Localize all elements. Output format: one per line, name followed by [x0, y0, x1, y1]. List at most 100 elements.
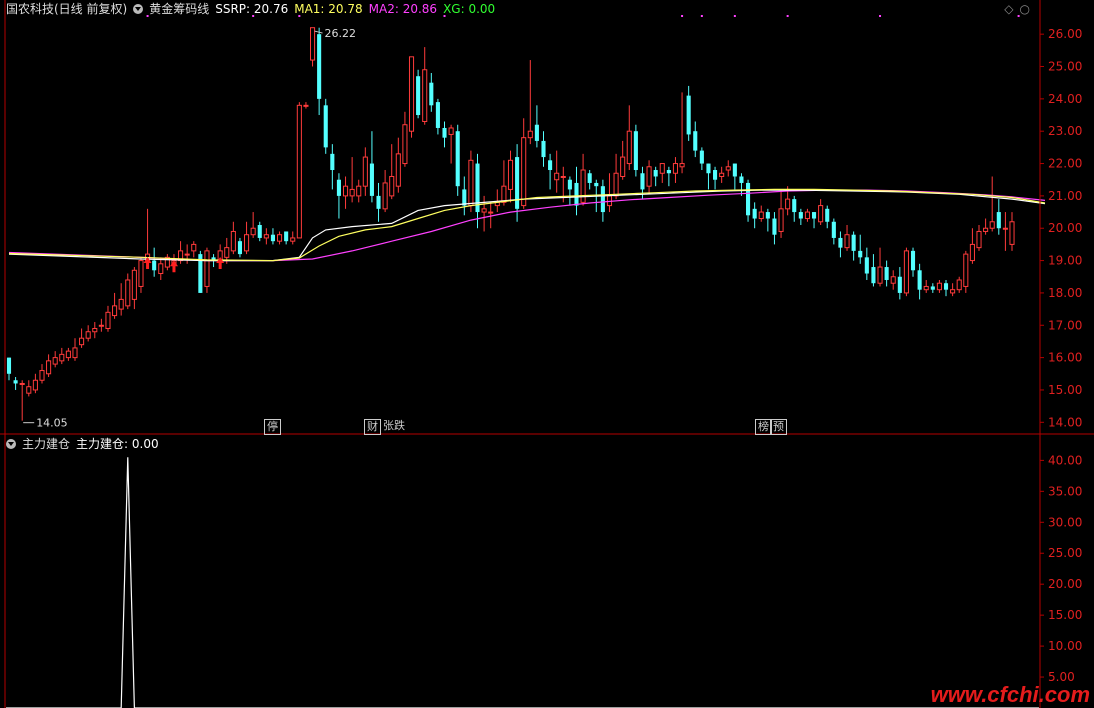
main-y-tick-label: 15.00: [1048, 383, 1082, 397]
candle-body-up: [250, 227, 256, 236]
candle-body-down: [666, 170, 671, 174]
candle-body-up: [158, 263, 164, 275]
tag-suspend[interactable]: 停: [264, 419, 281, 435]
candle-body-down: [587, 173, 592, 183]
candle-body-down: [765, 212, 770, 219]
candle-body-down: [455, 131, 460, 187]
high-label: 26.22: [325, 27, 357, 40]
candle-body-down: [13, 380, 18, 384]
candle-body-up: [725, 166, 731, 171]
candle-body-up: [125, 279, 131, 307]
candle-body-up: [118, 298, 124, 310]
candle-body-up: [1009, 221, 1015, 245]
candle-body-up: [507, 159, 514, 190]
candle-body-up: [890, 276, 896, 284]
candle-body-up: [395, 153, 401, 187]
tag-rise-fall[interactable]: 张跌: [381, 419, 407, 433]
candle-body-up: [138, 260, 144, 287]
sub-indicator-menu-icon[interactable]: [6, 439, 16, 449]
candle-body-up: [46, 360, 52, 375]
candle-body-down: [653, 170, 658, 177]
candle-body-up: [131, 269, 137, 300]
close-icon[interactable]: ○: [1020, 2, 1036, 16]
signal-dot: [700, 15, 703, 17]
candle-body-up: [349, 188, 355, 197]
sub-y-tick-label: 25.00: [1048, 546, 1082, 560]
candle-body-down: [825, 208, 830, 222]
candle-body-up: [422, 69, 428, 122]
candle-body-up: [804, 211, 810, 220]
tag-fall-label: 跌: [394, 419, 405, 432]
sub-y-tick-label: 10.00: [1048, 639, 1082, 653]
stock-title[interactable]: 国农科技(日线 前复权): [6, 2, 127, 16]
candle-body-down: [541, 140, 546, 158]
candle-body-up: [362, 156, 368, 187]
candle-body-up: [244, 234, 250, 252]
candle-body-down: [237, 241, 242, 255]
tag-forecast[interactable]: 预: [770, 419, 787, 435]
signal-dot: [681, 15, 684, 17]
diamond-icon[interactable]: ◇: [1004, 2, 1019, 16]
candle-body-up: [112, 305, 118, 317]
candle-body-down: [897, 276, 902, 293]
candle-body-up: [877, 266, 883, 284]
main-y-tick-label: 22.00: [1048, 157, 1082, 171]
candle-body-up: [923, 285, 929, 291]
candle-body-up: [52, 357, 58, 365]
candle-body-up: [976, 230, 982, 249]
signal-dot: [733, 15, 736, 17]
signal-dot: [786, 15, 789, 17]
candle-body-up: [105, 311, 111, 329]
tag-suspend-label: 停: [267, 420, 278, 433]
candle-body-up: [613, 172, 619, 197]
candle-body-down: [594, 182, 599, 187]
candle-body-down: [429, 82, 434, 106]
indicator-name: 黄金筹码线: [149, 2, 210, 16]
candle-body-up: [191, 243, 197, 252]
candle-body-down: [435, 102, 440, 128]
candle-body-down: [600, 186, 605, 213]
candle-body-up: [989, 221, 995, 229]
candle-body-up: [342, 185, 349, 197]
candle-body-up: [224, 247, 230, 258]
main-y-tick-label: 17.00: [1048, 318, 1082, 332]
ssrp-line: [8, 189, 1046, 262]
candle-body-down: [838, 237, 843, 248]
candle-body-up: [277, 234, 283, 242]
candle-body-up: [527, 130, 533, 139]
candle-body-up: [758, 211, 764, 220]
candle-body-up: [560, 175, 566, 178]
candle-body-up: [963, 253, 969, 287]
sub-y-tick-label: 35.00: [1048, 484, 1082, 498]
candle-body-up: [32, 379, 38, 391]
main-y-tick-label: 24.00: [1048, 92, 1082, 106]
candle-body-down: [152, 260, 157, 271]
candle-body-down: [858, 250, 863, 258]
tag-finance[interactable]: 财: [364, 419, 381, 435]
candle-body-up: [230, 230, 236, 252]
main-candlestick-panel: 26.22 14.05: [6, 15, 1046, 430]
candle-body-up: [626, 130, 632, 165]
sub-y-tick-label: 15.00: [1048, 608, 1082, 622]
main-y-tick-label: 16.00: [1048, 351, 1082, 365]
candle-body-up: [719, 172, 725, 177]
main-y-tick-label: 21.00: [1048, 189, 1082, 203]
candle-body-down: [792, 199, 797, 213]
candle-body-up: [402, 124, 408, 165]
watermark: www.cfchi.com: [930, 682, 1090, 707]
tag-finance-label: 财: [367, 420, 378, 433]
candle-body-up: [956, 279, 962, 291]
candle-body-up: [98, 324, 104, 327]
candle-body-up: [620, 156, 626, 177]
candle-body-up: [481, 208, 487, 213]
candle-body-up: [580, 169, 586, 203]
price-axes: 14.00 15.00 16.00 17.00 18.00 19.00 20.00 21.00…: [0, 0, 1094, 708]
candle-body-down: [917, 270, 922, 290]
main-force-line: [6, 457, 1039, 708]
candle-body-down: [732, 163, 737, 177]
candle-body-down: [462, 189, 467, 206]
sub-indicator-panel: [6, 457, 1039, 708]
indicator-menu-icon[interactable]: [133, 4, 144, 14]
candle-body-up: [382, 182, 388, 210]
candle-body-down: [851, 234, 856, 251]
